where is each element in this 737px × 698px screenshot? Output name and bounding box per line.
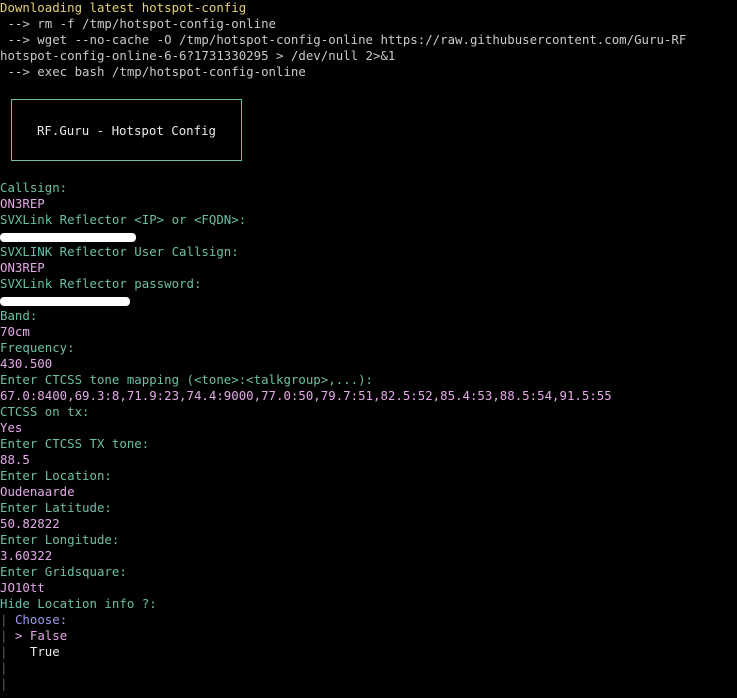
choice-cursor: > bbox=[14, 628, 23, 643]
prompt-value-reflector-host bbox=[0, 228, 737, 244]
download-status-line: Downloading latest hotspot-config bbox=[0, 0, 247, 15]
prompt-value-frequency: 430.500 bbox=[0, 356, 53, 371]
choice-menu-bar: | bbox=[0, 628, 8, 643]
prompt-label-reflector-user-callsign: SVXLINK Reflector User Callsign: bbox=[0, 244, 239, 259]
command-wget-continuation-line: hotspot-config-online-6-6?1731330295 > /… bbox=[0, 48, 396, 63]
command-exec-line: --> exec bash /tmp/hotspot-config-online bbox=[0, 64, 306, 79]
prompt-label-longitude: Enter Longitude: bbox=[0, 532, 120, 547]
choice-menu-bar: | bbox=[0, 676, 8, 691]
prompt-value-band: 70cm bbox=[0, 324, 30, 339]
prompt-label-latitude: Enter Latitude: bbox=[0, 500, 112, 515]
prompt-value-longitude: 3.60322 bbox=[0, 548, 53, 563]
prompt-value-callsign: ON3REP bbox=[0, 196, 45, 211]
choice-option-false[interactable]: | > False bbox=[0, 628, 737, 644]
prompt-label-reflector-host: SVXLink Reflector <IP> or <FQDN>: bbox=[0, 212, 247, 227]
choice-menu-bar-row: | bbox=[0, 676, 737, 692]
prompt-value-ctcss-mapping: 67.0:8400,69.3:8,71.9:23,74.4:9000,77.0:… bbox=[0, 388, 612, 403]
command-rm-line: --> rm -f /tmp/hotspot-config-online bbox=[0, 16, 277, 31]
prompt-value-location: Oudenaarde bbox=[0, 484, 75, 499]
prompt-label-location: Enter Location: bbox=[0, 468, 112, 483]
prompt-value-ctcss-on-tx: Yes bbox=[0, 420, 23, 435]
choice-menu-bar: | bbox=[0, 612, 8, 627]
prompt-label-frequency: Frequency: bbox=[0, 340, 75, 355]
choice-menu[interactable]: | Choose: | > False | True | | bbox=[0, 612, 737, 692]
redaction-mark bbox=[0, 233, 136, 242]
terminal-window[interactable]: Downloading latest hotspot-config --> rm… bbox=[0, 0, 737, 698]
prompt-value-latitude: 50.82822 bbox=[0, 516, 60, 531]
redaction-mark bbox=[0, 297, 130, 306]
prompt-label-hide-location: Hide Location info ?: bbox=[0, 596, 157, 611]
choice-option-label: False bbox=[29, 628, 68, 643]
choice-menu-bar-row: | bbox=[0, 660, 737, 676]
title-box-area: RF.Guru - Hotspot Config bbox=[0, 80, 737, 180]
command-wget-line: --> wget --no-cache -O /tmp/hotspot-conf… bbox=[0, 32, 687, 47]
prompt-label-ctcss-mapping: Enter CTCSS tone mapping (<tone>:<talkgr… bbox=[0, 372, 373, 387]
prompt-list: Callsign: ON3REP SVXLink Reflector <IP> … bbox=[0, 180, 737, 612]
choice-menu-heading: Choose: bbox=[14, 612, 68, 627]
choice-option-true[interactable]: | True bbox=[0, 644, 737, 660]
prompt-value-reflector-password bbox=[0, 292, 737, 308]
choice-menu-bar: | bbox=[0, 660, 8, 675]
choice-menu-bar: | bbox=[0, 644, 8, 659]
prompt-label-ctcss-on-tx: CTCSS on tx: bbox=[0, 404, 90, 419]
prompt-label-callsign: Callsign: bbox=[0, 180, 68, 195]
prompt-value-gridsquare: JO10tt bbox=[0, 580, 45, 595]
prompt-label-gridsquare: Enter Gridsquare: bbox=[0, 564, 127, 579]
prompt-value-ctcss-tx-tone: 88.5 bbox=[0, 452, 30, 467]
choice-option-label: True bbox=[29, 644, 60, 659]
prompt-label-reflector-password: SVXLink Reflector password: bbox=[0, 276, 202, 291]
title-box: RF.Guru - Hotspot Config bbox=[11, 99, 242, 161]
prompt-label-ctcss-tx-tone: Enter CTCSS TX tone: bbox=[0, 436, 150, 451]
choice-menu-heading-row: | Choose: bbox=[0, 612, 737, 628]
prompt-label-band: Band: bbox=[0, 308, 38, 323]
prompt-value-reflector-user-callsign: ON3REP bbox=[0, 260, 45, 275]
title-box-text: RF.Guru - Hotspot Config bbox=[36, 122, 217, 138]
